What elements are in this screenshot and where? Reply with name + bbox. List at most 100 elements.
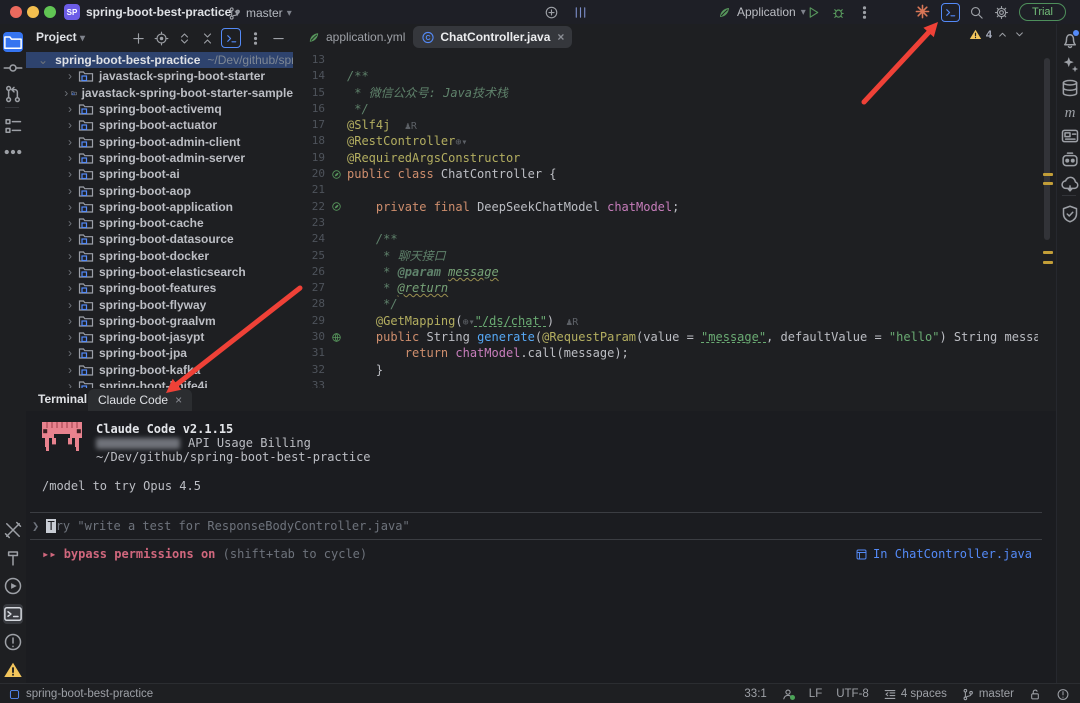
locate-file-icon[interactable] bbox=[152, 29, 170, 47]
spring-bean-gutter-icon[interactable] bbox=[325, 199, 347, 215]
build-tools-icon[interactable] bbox=[3, 520, 23, 540]
project-panel-title[interactable]: Project ▾ bbox=[36, 30, 85, 44]
branch-switcher[interactable]: master▾ bbox=[226, 5, 292, 21]
more-tool-windows-icon[interactable] bbox=[3, 142, 23, 162]
tree-item[interactable]: ›javastack-spring-boot-starter-sample bbox=[26, 85, 293, 101]
caret-position[interactable]: 33:1 bbox=[744, 688, 766, 700]
warning-icon[interactable] bbox=[3, 660, 23, 680]
bypass-permissions-status[interactable]: ▸▸ bypass permissions on (shift+tab to c… bbox=[42, 547, 367, 561]
chevron-right-icon[interactable]: › bbox=[64, 363, 76, 377]
claude-panel-icon[interactable] bbox=[221, 28, 241, 48]
project-tree[interactable]: ⌄spring-boot-best-practice~/Dev/github/s… bbox=[26, 52, 293, 388]
info-icon[interactable] bbox=[1056, 687, 1070, 701]
tree-item[interactable]: ›spring-boot-kafka bbox=[26, 362, 293, 378]
hide-panel-icon[interactable] bbox=[269, 29, 287, 47]
warning-stripe[interactable] bbox=[1043, 182, 1053, 185]
spring-bean-gutter-icon[interactable] bbox=[325, 166, 347, 182]
editor-scrollbar[interactable] bbox=[1044, 58, 1050, 240]
git-branch-widget[interactable]: master bbox=[961, 687, 1014, 701]
trial-button[interactable]: Trial bbox=[1019, 3, 1066, 21]
add-icon[interactable] bbox=[129, 29, 147, 47]
file-encoding[interactable]: UTF-8 bbox=[836, 688, 869, 700]
chevron-right-icon[interactable]: › bbox=[64, 151, 76, 165]
tree-item[interactable]: ›spring-boot-datasource bbox=[26, 231, 293, 247]
tree-item[interactable]: ›spring-boot-cache bbox=[26, 215, 293, 231]
maximize-window-button[interactable] bbox=[44, 6, 56, 18]
chevron-right-icon[interactable]: › bbox=[64, 265, 76, 279]
chevron-right-icon[interactable]: › bbox=[64, 135, 76, 149]
tree-item[interactable]: ›javastack-spring-boot-starter bbox=[26, 68, 293, 84]
chevron-right-icon[interactable]: › bbox=[64, 249, 76, 263]
chevron-right-icon[interactable]: › bbox=[64, 184, 76, 198]
claude-starburst-icon[interactable] bbox=[914, 3, 930, 19]
tab-application-yml[interactable]: application.yml bbox=[299, 26, 413, 48]
tree-item[interactable]: ›spring-boot-actuator bbox=[26, 117, 293, 133]
tab-chatcontroller-java[interactable]: C ChatController.java × bbox=[413, 26, 572, 48]
robot-plugin-icon[interactable] bbox=[1060, 150, 1080, 170]
tree-item[interactable]: ›spring-boot-flyway bbox=[26, 296, 293, 312]
tree-item[interactable]: ›spring-boot-admin-server bbox=[26, 150, 293, 166]
ai-assistant-icon[interactable] bbox=[1060, 54, 1080, 74]
chevron-right-icon[interactable]: › bbox=[64, 232, 76, 246]
chevron-right-icon[interactable]: › bbox=[64, 379, 76, 388]
panel-options-icon[interactable] bbox=[246, 29, 264, 47]
close-tab-icon[interactable]: × bbox=[557, 30, 564, 44]
status-project[interactable]: spring-boot-best-practice bbox=[8, 684, 153, 703]
tree-item[interactable]: ›spring-boot-jasypt bbox=[26, 329, 293, 345]
commit-icon[interactable] bbox=[3, 58, 23, 78]
request-mapping-gutter-icon[interactable] bbox=[325, 329, 347, 345]
claude-terminal-icon[interactable] bbox=[941, 3, 960, 22]
problems-icon[interactable] bbox=[3, 632, 23, 652]
tree-item[interactable]: ›spring-boot-elasticsearch bbox=[26, 264, 293, 280]
tree-item[interactable]: ›spring-boot-ai bbox=[26, 166, 293, 182]
collapse-all-icon[interactable] bbox=[198, 29, 216, 47]
settings-gear-icon[interactable] bbox=[993, 4, 1009, 20]
tree-item[interactable]: ›spring-boot-aop bbox=[26, 182, 293, 198]
inspections-widget[interactable]: 4 bbox=[969, 28, 1026, 41]
tree-item[interactable]: ›spring-boot-features bbox=[26, 280, 293, 296]
tree-item[interactable]: ›spring-boot-graalvm bbox=[26, 313, 293, 329]
claude-prompt[interactable]: ❯ Try "write a test for ResponseBodyCont… bbox=[32, 519, 410, 533]
chevron-right-icon[interactable]: › bbox=[64, 314, 76, 328]
tab-claude-code[interactable]: Claude Code × bbox=[88, 389, 192, 411]
chevron-right-icon[interactable]: › bbox=[64, 69, 76, 83]
run-button[interactable] bbox=[805, 4, 821, 20]
close-terminal-tab-icon[interactable]: × bbox=[175, 393, 182, 407]
tree-item[interactable]: ›spring-boot-activemq bbox=[26, 101, 293, 117]
code-editor[interactable]: 1314/**15 * 微信公众号: Java技术栈16 */17@Slf4j … bbox=[293, 52, 1038, 388]
more-actions-icon[interactable] bbox=[856, 4, 872, 20]
notifications-bell-icon[interactable] bbox=[1060, 30, 1080, 50]
tree-item[interactable]: ›spring-boot-admin-client bbox=[26, 133, 293, 149]
warning-stripe[interactable] bbox=[1043, 251, 1053, 254]
lock-icon[interactable] bbox=[1028, 687, 1042, 701]
project-folder-icon[interactable] bbox=[3, 32, 23, 52]
run-configuration[interactable]: Application▾ bbox=[716, 4, 806, 20]
maven-icon[interactable]: m bbox=[1060, 102, 1080, 122]
next-warning-icon[interactable] bbox=[1013, 28, 1026, 41]
terminal-icon[interactable] bbox=[3, 604, 23, 624]
chevron-right-icon[interactable]: › bbox=[64, 118, 76, 132]
dependency-shield-icon[interactable] bbox=[1060, 204, 1080, 224]
terminal-output[interactable]: Claude Code v2.1.15 API Usage Billing ~/… bbox=[26, 411, 1056, 683]
tree-item[interactable]: ›spring-boot-docker bbox=[26, 248, 293, 264]
chevron-right-icon[interactable]: › bbox=[64, 86, 69, 100]
pull-requests-icon[interactable] bbox=[3, 84, 23, 104]
tree-item[interactable]: ›spring-boot-application bbox=[26, 199, 293, 215]
minimize-window-button[interactable] bbox=[27, 6, 39, 18]
chevron-right-icon[interactable]: › bbox=[64, 330, 76, 344]
compare-columns-icon[interactable] bbox=[572, 4, 588, 20]
chevron-down-icon[interactable]: ⌄ bbox=[38, 53, 48, 67]
chevron-right-icon[interactable]: › bbox=[64, 281, 76, 295]
warning-stripe[interactable] bbox=[1043, 261, 1053, 264]
tree-item[interactable]: ›spring-boot-knife4j bbox=[26, 378, 293, 388]
chevron-right-icon[interactable]: › bbox=[64, 216, 76, 230]
tree-item[interactable]: ›spring-boot-jpa bbox=[26, 345, 293, 361]
editor-area[interactable]: application.yml C ChatController.java × … bbox=[293, 24, 1056, 389]
context-file-indicator[interactable]: In ChatController.java bbox=[855, 547, 1032, 561]
device-preview-icon[interactable] bbox=[1060, 126, 1080, 146]
close-window-button[interactable] bbox=[10, 6, 22, 18]
warning-stripe[interactable] bbox=[1043, 173, 1053, 176]
build-hammer-icon[interactable] bbox=[3, 548, 23, 568]
cloud-sync-icon[interactable] bbox=[1060, 174, 1080, 194]
expand-all-icon[interactable] bbox=[175, 29, 193, 47]
